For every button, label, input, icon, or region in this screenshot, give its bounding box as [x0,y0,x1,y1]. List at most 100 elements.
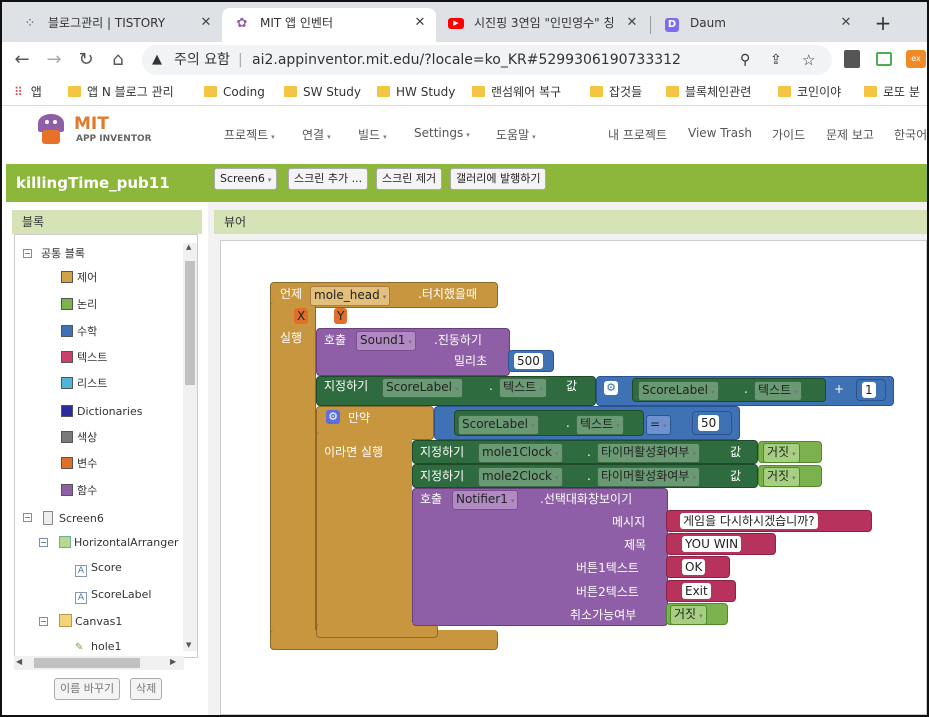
title-value[interactable]: YOU WIN [682,536,742,552]
eq-dropdown[interactable]: = ▾ [646,415,671,435]
tab-tistory[interactable]: ⁘ 블로그관리 | TISTORY ✕ [10,8,222,42]
tree-category-variables[interactable]: 변수 [61,457,97,471]
address-bar[interactable]: ▲ 주의 요함 | ai2.appinventor.mit.edu/?local… [142,45,832,75]
tab-youtube[interactable]: ▶ 시진핑 3연임 "인민영수" 칭 ✕ [436,8,648,42]
guide-link[interactable]: 가이드 [772,126,805,143]
url-text[interactable]: ai2.appinventor.mit.edu/?locale=ko_KR#52… [252,45,681,75]
bookmark-item[interactable]: HW Study [377,82,455,102]
property-dropdown[interactable]: 타이머활성화여부 ▾ [597,467,700,487]
bookmark-item[interactable]: 블록체인관련 [666,82,751,102]
button1-value[interactable]: OK [682,559,706,575]
bookmark-item[interactable]: 로또 분 [864,82,920,102]
param-x[interactable]: X [294,308,309,324]
tree-category-dictionaries[interactable]: Dictionaries [61,405,142,419]
language-menu[interactable]: 한국어 [894,126,927,143]
tree-horizontal-arrangement[interactable]: HorizontalArranger [59,536,179,550]
menu-connect[interactable]: 연결 ▾ [302,126,331,143]
my-projects-link[interactable]: 내 프로젝트 [608,126,667,143]
bookmark-item[interactable]: 앱 N 블로그 관리 [68,82,174,102]
remove-screen-button[interactable]: 스크린 제거 [376,168,443,190]
scrollbar-thumb[interactable] [34,658,140,668]
rename-button[interactable]: 이름 바꾸기 [54,678,121,700]
tree-category-text[interactable]: 텍스트 [61,351,107,365]
star-icon[interactable]: ☆ [802,45,815,75]
collapse-icon[interactable]: − [23,513,32,522]
zoom-icon[interactable]: ⚲ [740,45,750,75]
call-notifier-block[interactable] [412,488,668,626]
cancelable-dropdown[interactable]: 거짓 ▾ [670,605,707,625]
gear-icon[interactable]: ⚙ [326,410,340,424]
sound-dropdown[interactable]: Sound1 ▾ [356,331,416,351]
scroll-left-icon[interactable]: ◀ [16,657,22,666]
bookmark-apps[interactable]: ⠿ 앱 [14,82,42,102]
millis-value[interactable]: 500 [514,353,543,369]
tree-canvas1[interactable]: Canvas1 [59,614,122,629]
reload-icon[interactable]: ↻ [74,48,98,72]
tab-daum[interactable]: D Daum ✕ [652,8,862,42]
tree-category-procedures[interactable]: 함수 [61,484,97,498]
close-icon[interactable]: ✕ [838,8,854,38]
appinventor-logo-icon[interactable] [34,114,68,148]
tree-category-control[interactable]: 제어 [61,271,97,285]
scorelabel-dropdown[interactable]: ScoreLabel ▾ [458,415,539,435]
tree-hole1[interactable]: ✎ hole1 [75,640,122,654]
publish-gallery-button[interactable]: 갤러리에 발행하기 [450,168,547,190]
event-component-dropdown[interactable]: mole_head ▾ [310,286,391,306]
collapse-icon[interactable]: − [23,249,32,258]
close-icon[interactable]: ✕ [412,8,428,38]
share-icon[interactable]: ⇪ [770,45,782,75]
menu-settings[interactable]: Settings ▾ [414,126,470,140]
property-dropdown[interactable]: 텍스트 ▾ [499,378,547,398]
notifier-dropdown[interactable]: Notifier1 ▾ [452,490,519,510]
false-dropdown[interactable]: 거짓 ▾ [763,467,800,487]
bookmark-item[interactable]: Coding [204,82,265,102]
delete-button[interactable]: 삭제 [130,678,163,700]
tree-builtin[interactable]: 공통 블록 [41,247,85,261]
tree-category-logic[interactable]: 논리 [61,298,97,312]
home-icon[interactable]: ⌂ [106,48,130,72]
tree-category-math[interactable]: 수학 [61,325,97,339]
menu-project[interactable]: 프로젝트 ▾ [224,126,275,143]
bookmark-item[interactable]: SW Study [284,82,361,102]
collapse-icon[interactable]: − [39,538,48,547]
scroll-up-icon[interactable]: ▲ [186,243,191,251]
gear-icon[interactable]: ⚙ [604,381,618,395]
close-icon[interactable]: ✕ [624,8,640,38]
tree-score[interactable]: A Score [75,561,122,577]
tree-category-lists[interactable]: 리스트 [61,377,107,391]
menu-build[interactable]: 빌드 ▾ [358,126,387,143]
back-icon[interactable]: ← [10,48,34,72]
property-dropdown[interactable]: 타이머활성화여부 ▾ [597,443,700,463]
horizontal-scrollbar[interactable]: ◀ ▶ [14,656,184,670]
collapse-icon[interactable]: − [39,617,48,626]
add-screen-button[interactable]: 스크린 추가 ... [288,168,369,190]
bookmark-item[interactable]: 잡것들 [590,82,642,102]
message-value[interactable]: 게임을 다시하시겠습니까? [680,513,818,529]
extension-icon[interactable] [844,50,860,68]
extension-icon[interactable]: ex [906,50,926,68]
forward-icon[interactable]: → [42,48,66,72]
property-dropdown[interactable]: 텍스트 ▾ [754,381,802,401]
fifty-value[interactable]: 50 [698,415,720,431]
scorelabel-dropdown[interactable]: ScoreLabel ▾ [382,378,463,398]
mole1clock-dropdown[interactable]: mole1Clock ▾ [478,443,563,463]
menu-help[interactable]: 도움말 ▾ [496,126,536,143]
extension-icon[interactable] [876,52,892,66]
tree-scorelabel[interactable]: A ScoreLabel [75,588,151,604]
param-y[interactable]: Y [334,308,348,324]
bookmark-item[interactable]: 코인이야 [778,82,841,102]
tree-category-colors[interactable]: 색상 [61,431,97,445]
scrollbar-thumb[interactable] [185,261,195,385]
one-value[interactable]: 1 [862,382,876,398]
close-icon[interactable]: ✕ [198,8,214,38]
bookmark-item[interactable]: 랜섬웨어 복구 [472,82,561,102]
tab-appinventor[interactable]: ✿ MIT 앱 인벤터 ✕ [222,8,436,42]
vertical-scrollbar[interactable]: ▲ ▼ [183,243,197,651]
report-issue-link[interactable]: 문제 보고 [826,126,874,143]
tree-screen6[interactable]: Screen6 [43,511,104,526]
property-dropdown[interactable]: 텍스트 ▾ [576,415,624,435]
screen-select-button[interactable]: Screen6 ▾ [214,168,278,190]
scroll-down-icon[interactable]: ▼ [186,641,191,649]
scorelabel-dropdown[interactable]: ScoreLabel ▾ [638,381,719,401]
mole2clock-dropdown[interactable]: mole2Clock ▾ [478,467,563,487]
